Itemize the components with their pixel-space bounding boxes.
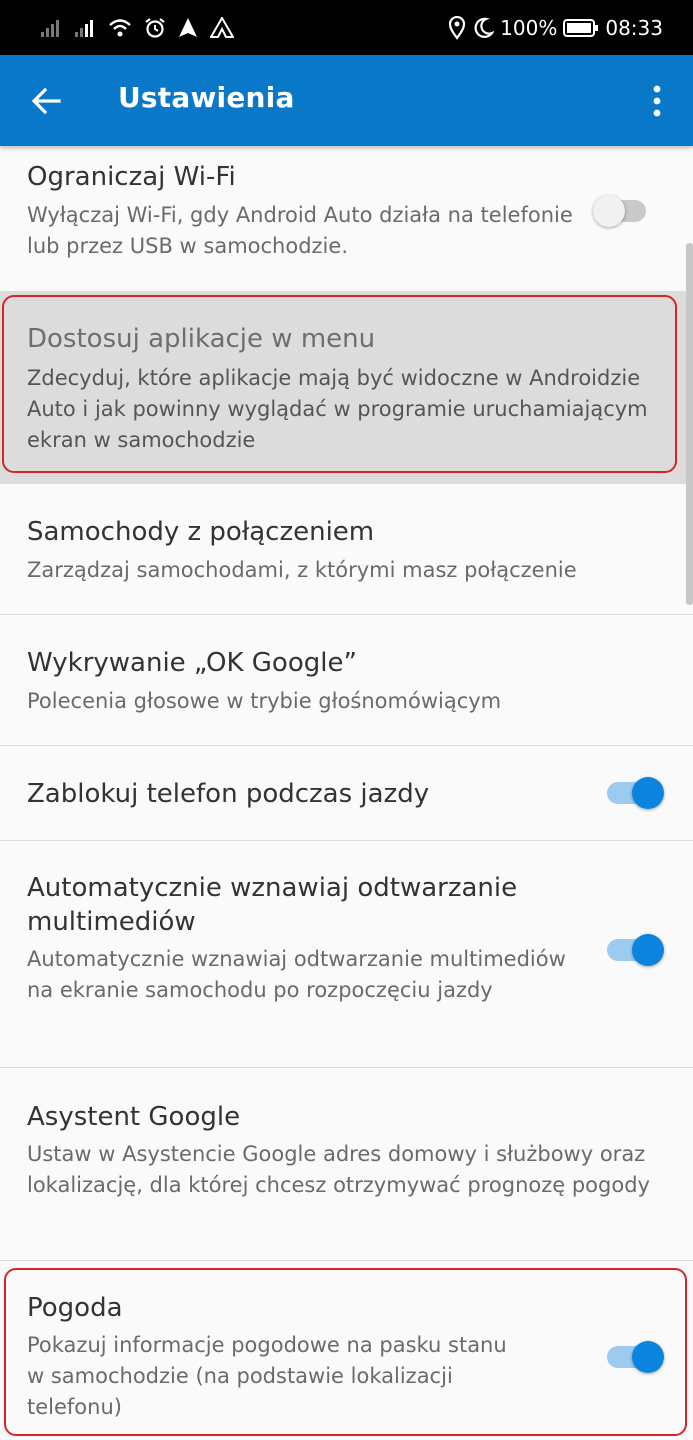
setting-subtitle: Wyłączaj Wi-Fi, gdy Android Auto działa …	[27, 203, 573, 258]
lock-phone-toggle[interactable]	[604, 776, 664, 810]
setting-subtitle: Zarządzaj samochodami, z którymi masz po…	[27, 558, 577, 582]
setting-subtitle: Zdecyduj, które aplikacje mają być widoc…	[27, 366, 648, 452]
page-title: Ustawienia	[118, 81, 295, 114]
battery-icon	[563, 18, 599, 38]
setting-title: Asystent Google	[27, 1102, 241, 1132]
setting-customize-launcher[interactable]: Dostosuj aplikacje w menu Zdecyduj, któr…	[0, 292, 693, 484]
signal-icon-2	[74, 17, 96, 39]
wifi-icon	[108, 17, 132, 39]
limit-wifi-toggle[interactable]	[593, 194, 653, 228]
setting-subtitle: Automatycznie wznawiaj odtwarzanie multi…	[27, 947, 566, 1002]
setting-title: Automatycznie wznawiaj odtwarzanie multi…	[27, 873, 518, 937]
toggle-thumb	[593, 195, 625, 227]
setting-connected-cars[interactable]: Samochody z połączeniem Zarządzaj samoch…	[0, 484, 693, 615]
navigation-icon	[178, 17, 198, 39]
toggle-thumb	[632, 934, 664, 966]
setting-title: Pogoda	[27, 1293, 123, 1323]
setting-subtitle: Polecenia głosowe w trybie głośnomówiący…	[27, 689, 502, 713]
toggle-thumb	[632, 777, 664, 809]
alarm-icon	[144, 17, 166, 39]
setting-title: Samochody z połączeniem	[27, 517, 375, 547]
toggle-thumb	[632, 1341, 664, 1373]
setting-title: Zablokuj telefon podczas jazdy	[27, 779, 430, 809]
status-icons-left	[40, 13, 234, 43]
do-not-disturb-moon-icon	[472, 16, 495, 40]
setting-subtitle: Pokazuj informacje pogodowe na pasku sta…	[27, 1333, 507, 1419]
clock-time: 08:33	[605, 15, 663, 40]
location-icon	[448, 15, 466, 40]
setting-title: Ograniczaj Wi-Fi	[27, 162, 236, 192]
setting-subtitle: Ustaw w Asystencie Google adres domowy i…	[27, 1142, 650, 1197]
setting-title: Dostosuj aplikacje w menu	[27, 324, 376, 354]
back-arrow-icon[interactable]	[30, 85, 62, 117]
status-bar: 100% 08:33	[0, 0, 693, 55]
setting-lock-phone[interactable]: Zablokuj telefon podczas jazdy	[0, 746, 693, 841]
setting-title: Wykrywanie „OK Google”	[27, 648, 357, 678]
battery-percentage: 100%	[500, 15, 558, 40]
setting-weather[interactable]: Pogoda Pokazuj informacje pogodowe na pa…	[0, 1261, 693, 1440]
more-options-icon[interactable]	[645, 83, 669, 119]
android-auto-icon	[210, 16, 234, 39]
setting-auto-resume-media[interactable]: Automatycznie wznawiaj odtwarzanie multi…	[0, 841, 693, 1068]
signal-icon	[40, 17, 62, 39]
status-icons-right: 100% 08:33	[448, 13, 663, 43]
auto-resume-toggle[interactable]	[604, 933, 664, 967]
weather-toggle[interactable]	[604, 1340, 664, 1374]
scrollbar[interactable]	[686, 243, 693, 605]
setting-ok-google[interactable]: Wykrywanie „OK Google” Polecenia głosowe…	[0, 615, 693, 746]
app-bar: Ustawienia	[0, 55, 693, 146]
setting-limit-wifi[interactable]: Ograniczaj Wi-Fi Wyłączaj Wi-Fi, gdy And…	[0, 146, 693, 292]
setting-google-assistant[interactable]: Asystent Google Ustaw w Asystencie Googl…	[0, 1068, 693, 1261]
